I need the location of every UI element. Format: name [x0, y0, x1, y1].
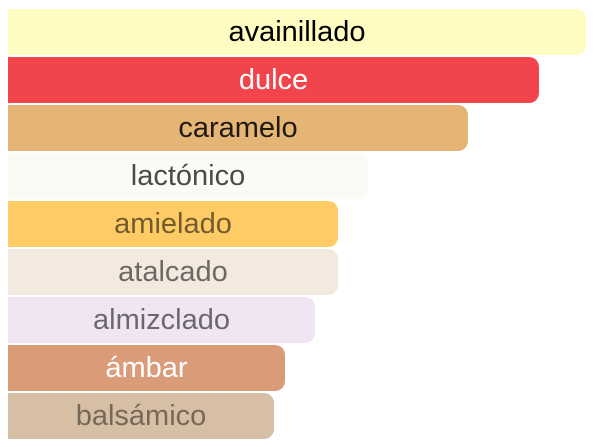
- accord-bar: caramelo: [8, 105, 468, 151]
- accord-bar: atalcado: [8, 249, 338, 295]
- accord-label: caramelo: [178, 111, 298, 144]
- accord-bar: ámbar: [8, 345, 285, 391]
- accords-chart: avainillado dulce caramelo lactónico ami…: [0, 0, 603, 447]
- accord-bar: lactónico: [8, 153, 368, 199]
- accord-label: dulce: [238, 63, 309, 96]
- accord-label: almizclado: [93, 303, 230, 336]
- accord-label: balsámico: [75, 399, 207, 432]
- accord-label: lactónico: [130, 159, 246, 192]
- accord-bar: almizclado: [8, 297, 315, 343]
- accord-bar: avainillado: [8, 9, 586, 55]
- accord-label: ámbar: [105, 351, 188, 384]
- accord-bar: dulce: [8, 57, 539, 103]
- accord-bar: amielado: [8, 201, 338, 247]
- accord-bar: balsámico: [8, 393, 274, 439]
- accord-label: amielado: [114, 207, 232, 240]
- accord-label: avainillado: [228, 15, 366, 48]
- accord-label: atalcado: [118, 255, 228, 288]
